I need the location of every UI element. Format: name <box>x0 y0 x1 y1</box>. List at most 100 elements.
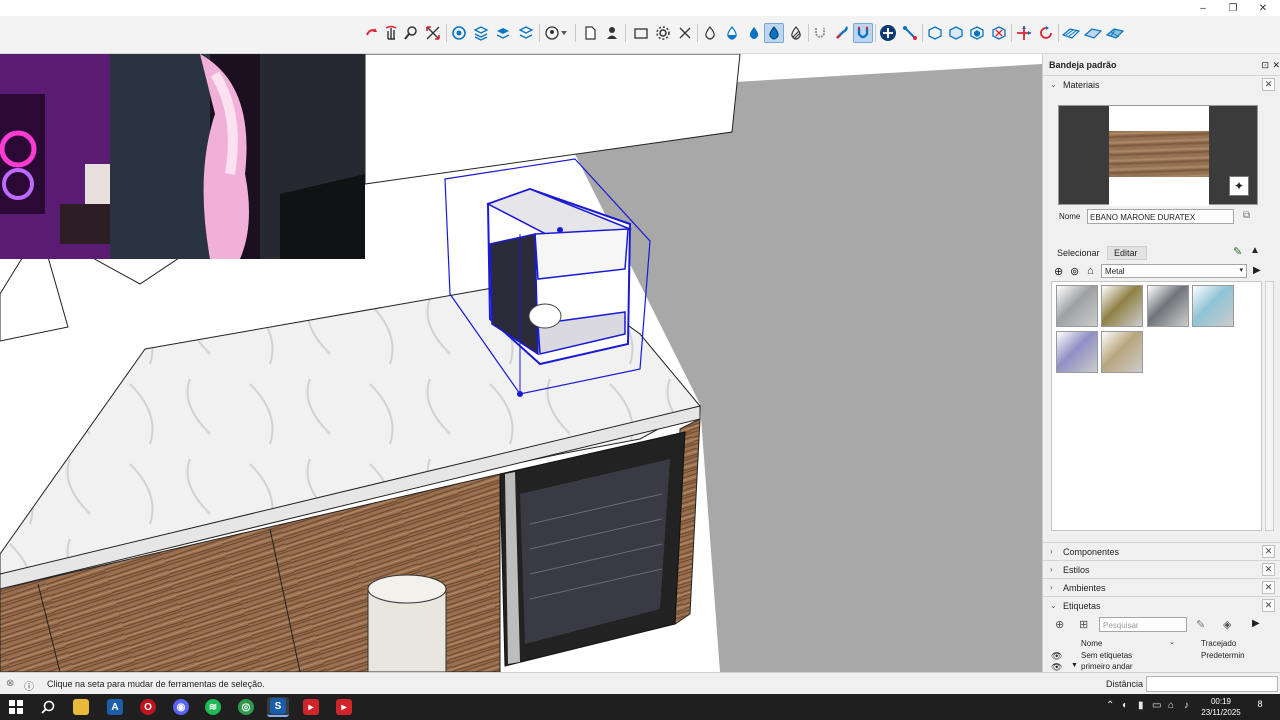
library-select[interactable]: Metal ▾ <box>1101 264 1247 278</box>
discord-icon[interactable]: ◉ <box>170 697 192 717</box>
file-explorer-icon[interactable] <box>70 697 92 717</box>
tab-select[interactable]: Selecionar <box>1053 246 1103 260</box>
start-button[interactable] <box>5 697 27 717</box>
close-button[interactable]: ✕ <box>1248 0 1278 16</box>
volume-icon[interactable]: ♪ <box>1184 700 1189 711</box>
battery-icon[interactable]: ▭ <box>1152 700 1161 711</box>
sandbox-grid-icon[interactable] <box>1105 23 1125 43</box>
app-red-1-icon[interactable]: ▸ <box>300 697 322 717</box>
magnet-off-icon[interactable] <box>810 23 830 43</box>
components-close-button[interactable]: ✕ <box>1262 545 1275 558</box>
spotify-icon[interactable]: ≋ <box>202 697 224 717</box>
home-icon[interactable]: ⌂ <box>1087 265 1094 277</box>
security-icon[interactable]: ◐ <box>1122 700 1128 711</box>
eye-icon[interactable]: 👁 <box>1051 651 1062 662</box>
minimize-button[interactable]: – <box>1188 0 1218 16</box>
add-circle-icon[interactable] <box>878 23 898 43</box>
user-icon[interactable] <box>602 23 622 43</box>
tag-icon[interactable]: ◈ <box>1223 618 1231 631</box>
chevron-up-icon[interactable]: ⌃ <box>1106 700 1114 711</box>
swatch-metal-champagne[interactable] <box>1101 331 1143 373</box>
tags-section-header[interactable]: ⌄ Etiquetas ✕ <box>1043 596 1280 614</box>
sandbox-contours-icon[interactable] <box>1061 23 1081 43</box>
new-file-icon[interactable] <box>580 23 600 43</box>
tag-row-dash[interactable]: Predetermin <box>1201 651 1245 660</box>
expand-triangle-icon[interactable]: ▼ <box>1071 662 1078 669</box>
paint-bucket-icon[interactable]: ▲ <box>1250 245 1260 256</box>
geo-icon[interactable]: ⊗ <box>6 678 14 689</box>
chrome-icon[interactable]: ◎ <box>235 697 257 717</box>
tag-row-name[interactable]: Sem etiquetas <box>1081 651 1132 660</box>
tag-row-name[interactable]: primeiro andar <box>1081 662 1133 671</box>
gear-icon[interactable] <box>653 23 673 43</box>
styles-section-header[interactable]: › Estilos ✕ <box>1043 560 1280 578</box>
search-icon[interactable] <box>37 697 59 717</box>
drop-half-icon[interactable] <box>722 23 742 43</box>
back-icon[interactable]: ⊕ <box>1054 265 1063 278</box>
clock[interactable]: 00:19 23/11/2025 <box>1198 696 1244 718</box>
swatch-metal-silver[interactable] <box>1056 285 1098 327</box>
3d-viewport[interactable] <box>0 54 1042 672</box>
move-axes-icon[interactable] <box>1014 23 1034 43</box>
solid-subtract-icon[interactable] <box>967 23 987 43</box>
solid-split-icon[interactable] <box>989 23 1009 43</box>
styles-close-button[interactable]: ✕ <box>1262 563 1275 576</box>
drop-outline-icon[interactable] <box>700 23 720 43</box>
add-tag-icon[interactable]: ⊕ <box>1055 618 1064 631</box>
materials-section-header[interactable]: ⌄ Materiais ✕ <box>1043 75 1280 93</box>
drop-striped-icon[interactable] <box>786 23 806 43</box>
connect-icon[interactable] <box>900 23 920 43</box>
network-icon[interactable]: ⌂ <box>1168 700 1174 711</box>
duplicate-icon[interactable]: ⧉ <box>1243 210 1250 221</box>
pin-icon[interactable]: ⊡ <box>1261 60 1269 71</box>
swatch-metal-lightblue[interactable] <box>1192 285 1234 327</box>
tags-details-icon[interactable]: ▶ <box>1252 618 1260 629</box>
rectangle-icon[interactable] <box>631 23 651 43</box>
zoom-extents-icon[interactable] <box>423 23 443 43</box>
pencil-icon[interactable]: ✎ <box>1196 618 1205 631</box>
stack-icon[interactable] <box>493 23 513 43</box>
chevron-down-icon[interactable] <box>558 23 570 43</box>
swatch-scrollbar[interactable] <box>1265 281 1274 531</box>
app-a-icon[interactable]: A <box>104 697 126 717</box>
create-material-icon[interactable]: ✦ <box>1229 176 1249 196</box>
measurements-input[interactable] <box>1146 676 1278 692</box>
sample-paint-icon[interactable]: ✎ <box>1233 245 1242 258</box>
solid-union-icon[interactable] <box>946 23 966 43</box>
materials-close-button[interactable]: ✕ <box>1262 78 1275 91</box>
pan-hand-icon[interactable] <box>381 23 401 43</box>
app-red-2-icon[interactable]: ▸ <box>333 697 355 717</box>
info-icon[interactable]: ⓘ <box>24 678 34 693</box>
tag-search-input[interactable]: Pesquisar <box>1099 617 1187 632</box>
scenes-section-header[interactable]: › Ambientes ✕ <box>1043 578 1280 596</box>
layers-alt-icon[interactable] <box>516 23 536 43</box>
magnet-active-icon[interactable] <box>853 23 873 43</box>
section-plane-icon[interactable] <box>449 23 469 43</box>
zoom-icon[interactable] <box>401 23 421 43</box>
delete-icon[interactable] <box>675 23 695 43</box>
sandbox-scratch-icon[interactable] <box>1083 23 1103 43</box>
redo-arrow-icon[interactable] <box>362 23 382 43</box>
forward-icon[interactable]: ⊚ <box>1070 265 1079 278</box>
tab-edit[interactable]: Editar <box>1107 246 1147 260</box>
opera-icon[interactable]: O <box>137 697 159 717</box>
swatch-metal-gold[interactable] <box>1101 285 1143 327</box>
swatch-metal-dark[interactable] <box>1147 285 1189 327</box>
tray-close-icon[interactable]: ✕ <box>1272 60 1280 71</box>
restore-button[interactable]: ❐ <box>1218 0 1248 16</box>
sketchup-icon[interactable]: S <box>267 697 289 717</box>
rotate-icon[interactable] <box>1036 23 1056 43</box>
solid-cube-icon[interactable] <box>925 23 945 43</box>
add-folder-icon[interactable]: ⊞ <box>1079 618 1088 631</box>
tags-close-button[interactable]: ✕ <box>1262 599 1275 612</box>
layers-icon[interactable] <box>471 23 491 43</box>
drop-selected-icon[interactable] <box>764 23 784 43</box>
magnet-icon[interactable] <box>832 23 852 43</box>
components-section-header[interactable]: › Componentes ✕ <box>1043 542 1280 560</box>
scenes-close-button[interactable]: ✕ <box>1262 581 1275 594</box>
notifications-icon[interactable]: 8 <box>1252 699 1268 715</box>
swatch-metal-violet[interactable] <box>1056 331 1098 373</box>
drop-filled-icon[interactable] <box>744 23 764 43</box>
material-name-field[interactable]: EBANO MARONE DURATEX <box>1087 209 1234 224</box>
details-arrow-icon[interactable]: ▶ <box>1253 265 1261 276</box>
